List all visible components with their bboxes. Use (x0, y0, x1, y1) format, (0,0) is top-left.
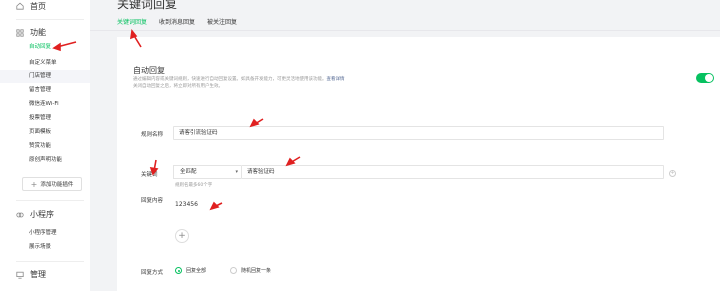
annotation-arrows (52, 29, 301, 211)
